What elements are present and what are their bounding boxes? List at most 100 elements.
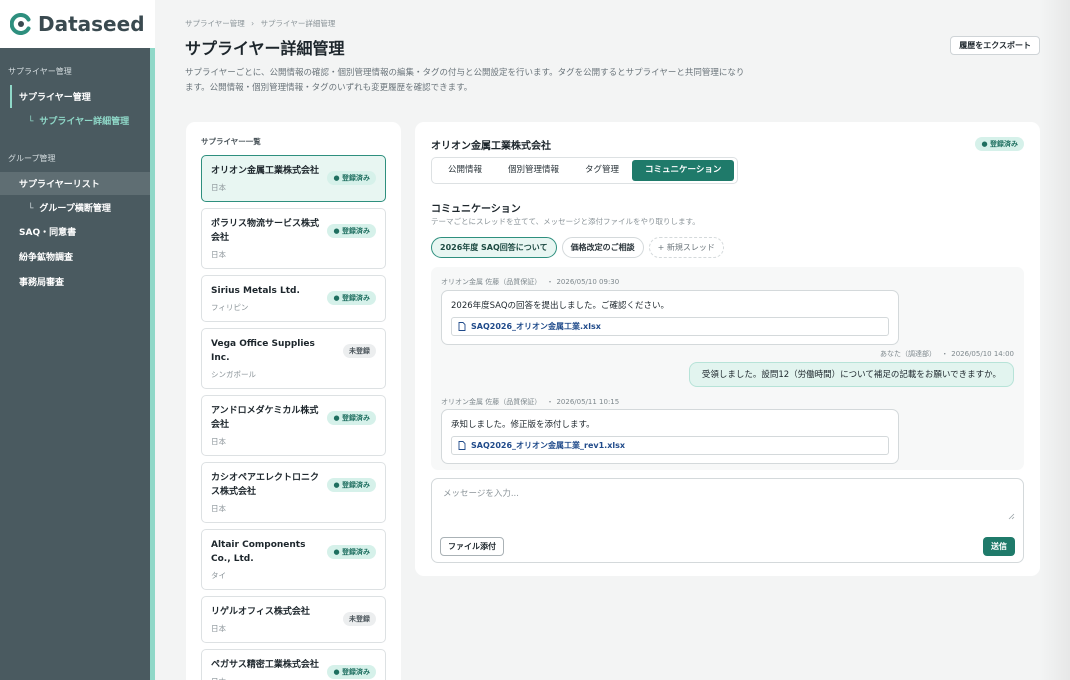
tab-individual-info[interactable]: 個別管理情報 bbox=[495, 160, 572, 181]
supplier-card[interactable]: Sirius Metals Ltd. フィリピン ● 登録済み bbox=[201, 275, 386, 322]
supplier-status-badge: ● 登録済み bbox=[327, 478, 376, 492]
message-time: 2026/05/10 14:00 bbox=[951, 350, 1014, 358]
supplier-status-badge: ● 登録済み bbox=[327, 411, 376, 425]
attachment-name: SAQ2026_オリオン金属工業.xlsx bbox=[471, 322, 601, 331]
sidebar-item-supplier-detail[interactable]: └ サプライヤー詳細管理 bbox=[0, 110, 155, 131]
sidebar-item-label: サプライヤーリスト bbox=[19, 180, 100, 190]
page-edge-shadow bbox=[1040, 0, 1070, 680]
message-input[interactable] bbox=[443, 487, 1013, 524]
my-message-bubble: 受領しました。設問12（労働時間）について補足の記載をお願いできますか。 bbox=[688, 362, 1014, 387]
message-thread: オリオン金属 佐藤（品質保証） ・ 2026/05/10 09:30 2026年度… bbox=[431, 267, 1024, 470]
supplier-card-country: 日本 bbox=[211, 250, 226, 259]
message-bubble: 2026年度SAQの回答を提出しました。ご確認ください。 SAQ2026_オリオ… bbox=[441, 290, 899, 345]
message-author: あなた（調達部） bbox=[880, 350, 937, 358]
supplier-detail-panel: オリオン金属工業株式会社 ● 登録済み 公開情報 個別管理情報 タグ管理 コミュ… bbox=[415, 122, 1040, 576]
sidebar: Dataseed サプライヤー管理 サプライヤー管理 └ サプライヤー詳細管理 グ… bbox=[0, 0, 155, 680]
attachment-link[interactable]: SAQ2026_オリオン金属工業_rev1.xlsx bbox=[451, 436, 889, 455]
tab-tag-management[interactable]: タグ管理 bbox=[572, 160, 632, 181]
sidebar-section-label: サプライヤー管理 bbox=[8, 67, 72, 76]
meta-separator: ・ bbox=[546, 398, 554, 406]
file-icon bbox=[458, 322, 466, 331]
message-composer: ファイル添付 送信 bbox=[431, 478, 1024, 563]
supplier-list: オリオン金属工業株式会社 日本 ● 登録済み ポラリス物流サービス株式会社 日本 ● 登録… bbox=[201, 155, 386, 680]
tab-communication[interactable]: コミュニケーション bbox=[632, 160, 735, 181]
attachment-link[interactable]: SAQ2026_オリオン金属工業.xlsx bbox=[451, 317, 889, 336]
status-badge: ● 登録済み bbox=[975, 137, 1024, 151]
sidebar-item-label: 事務局審査 bbox=[19, 278, 65, 288]
page-description: サプライヤーごとに、公開情報の確認・個別管理情報の編集・タグの付与と公開設定を行… bbox=[185, 68, 745, 93]
supplier-card[interactable]: ペガサス精密工業株式会社日本● 登録済み bbox=[201, 649, 386, 680]
message-bubble: 承知しました。修正版を添付します。 SAQ2026_オリオン金属工業_rev1.… bbox=[441, 409, 899, 464]
supplier-card-name: リゲルオフィス株式会社 bbox=[211, 607, 310, 617]
supplier-card-country: 日本 bbox=[211, 437, 226, 446]
send-button[interactable]: 送信 bbox=[983, 537, 1015, 556]
message-author: オリオン金属 佐藤（品質保証） bbox=[441, 398, 542, 406]
supplier-card-name: ペガサス精密工業株式会社 bbox=[211, 660, 319, 670]
supplier-card-country: シンガポール bbox=[211, 370, 256, 379]
file-icon bbox=[458, 441, 466, 450]
message-time: 2026/05/11 10:15 bbox=[556, 398, 620, 406]
tab-public-info[interactable]: 公開情報 bbox=[435, 160, 495, 181]
supplier-card[interactable]: ポラリス物流サービス株式会社日本 ● 登録済み bbox=[201, 208, 386, 269]
resize-handle-icon[interactable] bbox=[1008, 513, 1015, 520]
sidebar-item-supplier-management[interactable]: サプライヤー管理 bbox=[0, 85, 155, 108]
dataseed-logo-icon bbox=[10, 13, 31, 35]
sidebar-item-saq[interactable]: SAQ・同意書 bbox=[0, 220, 155, 243]
attachment-name: SAQ2026_オリオン金属工業_rev1.xlsx bbox=[471, 441, 626, 450]
sidebar-item-label: サプライヤー詳細管理 bbox=[39, 117, 130, 127]
sub-arrow-icon: └ bbox=[28, 204, 34, 214]
supplier-card-country: タイ bbox=[211, 571, 226, 580]
supplier-card[interactable]: アンドロメダケミカル株式会社 日本 ● 登録済み bbox=[201, 395, 386, 456]
sidebar-item-label: SAQ・同意書 bbox=[19, 228, 77, 238]
supplier-status-badge: ● 登録済み bbox=[327, 545, 376, 559]
supplier-card-country: 日本 bbox=[211, 504, 226, 513]
breadcrumb-item[interactable]: サプライヤー管理 bbox=[185, 19, 245, 28]
sidebar-item-group-cross[interactable]: └ グループ横断管理 bbox=[0, 197, 155, 218]
supplier-card-name: オリオン金属工業株式会社 bbox=[211, 166, 320, 176]
detail-tabs: 公開情報 個別管理情報 タグ管理 コミュニケーション bbox=[431, 157, 739, 184]
message-text: 2026年度SAQの回答を提出しました。ご確認ください。 bbox=[451, 301, 670, 311]
supplier-status-badge: ● 登録済み bbox=[327, 291, 376, 305]
meta-separator: ・ bbox=[941, 350, 949, 358]
supplier-list-panel: サプライヤー一覧 オリオン金属工業株式会社 日本 ● 登録済み ポラリス物流サービス株… bbox=[186, 122, 401, 680]
supplier-status-badge: 未登録 bbox=[343, 612, 376, 626]
main-content: サプライヤー管理 › サプライヤー詳細管理 サプライヤー詳細管理 履歴をエクスポ… bbox=[155, 0, 1070, 680]
sidebar-item-review[interactable]: 事務局審査 bbox=[0, 270, 155, 293]
supplier-card[interactable]: リゲルオフィス株式会社 日本 未登録 bbox=[201, 596, 386, 643]
supplier-card[interactable]: カシオペアエレクトロニクス株式会社日本 ● 登録済み bbox=[201, 462, 386, 523]
meta-separator: ・ bbox=[546, 278, 554, 286]
thread-saq[interactable]: 2026年度 SAQ回答について bbox=[431, 237, 557, 258]
supplier-card-name: ポラリス物流サービス株式会社 bbox=[211, 219, 320, 243]
sidebar-item-label: グループ横断管理 bbox=[39, 204, 111, 214]
supplier-card-name: Sirius Metals Ltd. bbox=[211, 286, 300, 296]
supplier-card[interactable]: オリオン金属工業株式会社 日本 ● 登録済み bbox=[201, 155, 386, 202]
logo[interactable]: Dataseed bbox=[0, 0, 155, 48]
supplier-status-badge: 未登録 bbox=[343, 344, 376, 358]
message-meta: あなた（調達部） ・ 2026/05/10 14:00 bbox=[880, 349, 1014, 359]
section-title: コミュニケーション bbox=[431, 204, 521, 215]
supplier-name: オリオン金属工業株式会社 bbox=[431, 141, 551, 152]
supplier-card[interactable]: Vega Office Supplies Inc. シンガポール 未登録 bbox=[201, 328, 386, 389]
sidebar-item-conflict-minerals[interactable]: 紛争鉱物調査 bbox=[0, 245, 155, 268]
supplier-card-name: Vega Office Supplies Inc. bbox=[211, 339, 315, 363]
message-text: 承知しました。修正版を添付します。 bbox=[451, 420, 595, 430]
breadcrumb-separator: › bbox=[251, 19, 255, 28]
thread-price[interactable]: 価格改定のご相談 bbox=[561, 237, 644, 258]
app-name: Dataseed bbox=[38, 12, 145, 36]
breadcrumb: サプライヤー管理 › サプライヤー詳細管理 bbox=[185, 18, 335, 29]
page-title: サプライヤー詳細管理 bbox=[185, 39, 345, 58]
export-history-button[interactable]: 履歴をエクスポート bbox=[950, 36, 1040, 55]
new-thread-button[interactable]: + 新規スレッド bbox=[648, 237, 724, 258]
sidebar-section-label: グループ管理 bbox=[8, 154, 56, 163]
supplier-card-name: カシオペアエレクトロニクス株式会社 bbox=[211, 473, 320, 497]
message-time: 2026/05/10 09:30 bbox=[556, 278, 620, 286]
sidebar-item-supplier-list[interactable]: サプライヤーリスト bbox=[0, 172, 155, 195]
message-meta: オリオン金属 佐藤（品質保証） ・ 2026/05/10 09:30 bbox=[441, 277, 619, 287]
supplier-status-badge: ● 登録済み bbox=[327, 224, 376, 238]
breadcrumb-item: サプライヤー詳細管理 bbox=[260, 19, 336, 28]
message-meta: オリオン金属 佐藤（品質保証） ・ 2026/05/11 10:15 bbox=[441, 397, 619, 407]
attach-file-button[interactable]: ファイル添付 bbox=[440, 537, 504, 556]
sidebar-item-label: サプライヤー管理 bbox=[19, 93, 91, 103]
sub-arrow-icon: └ bbox=[28, 117, 34, 127]
supplier-card[interactable]: Altair Components Co., Ltd. タイ ● 登録済み bbox=[201, 529, 386, 590]
